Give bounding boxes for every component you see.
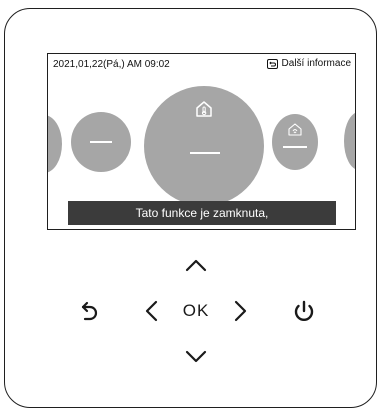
- date-time: 2021,01,22(Pá,) AM 09:02: [53, 59, 170, 70]
- controller-device: 2021,01,22(Pá,) AM 09:02 Další informace: [4, 8, 377, 408]
- mode-option-selected[interactable]: [144, 86, 264, 206]
- back-button[interactable]: [75, 298, 105, 326]
- chevron-down-icon: [185, 350, 207, 363]
- back-arrow-icon: [81, 301, 98, 321]
- empty-value-dash: [190, 152, 220, 154]
- home-thermometer-icon: [196, 101, 212, 117]
- chevron-right-icon: [234, 300, 247, 322]
- power-icon: [294, 300, 314, 321]
- locked-toast: Tato funkce je zamknuta,: [68, 201, 336, 225]
- right-button[interactable]: [229, 296, 253, 326]
- ok-button[interactable]: OK: [175, 298, 217, 324]
- left-button[interactable]: [139, 296, 163, 326]
- more-info-label: Další informace: [281, 58, 351, 69]
- empty-value-dash: [283, 146, 307, 148]
- mode-option-right[interactable]: [272, 114, 318, 170]
- mode-option-far-right[interactable]: [344, 112, 355, 170]
- down-button[interactable]: [181, 345, 211, 369]
- chevron-left-icon: [145, 300, 158, 322]
- mode-option-far-left[interactable]: [48, 115, 62, 173]
- empty-value-dash: [90, 141, 112, 143]
- return-arrow-icon: [266, 58, 278, 69]
- home-fan-icon: [288, 123, 302, 136]
- display-screen: 2021,01,22(Pá,) AM 09:02 Další informace: [47, 53, 356, 230]
- power-button[interactable]: [288, 296, 320, 328]
- status-bar: 2021,01,22(Pá,) AM 09:02 Další informace: [48, 54, 355, 74]
- chevron-up-icon: [185, 259, 207, 272]
- mode-option-left[interactable]: [71, 112, 131, 172]
- more-info-link[interactable]: Další informace: [266, 58, 351, 69]
- up-button[interactable]: [181, 253, 211, 277]
